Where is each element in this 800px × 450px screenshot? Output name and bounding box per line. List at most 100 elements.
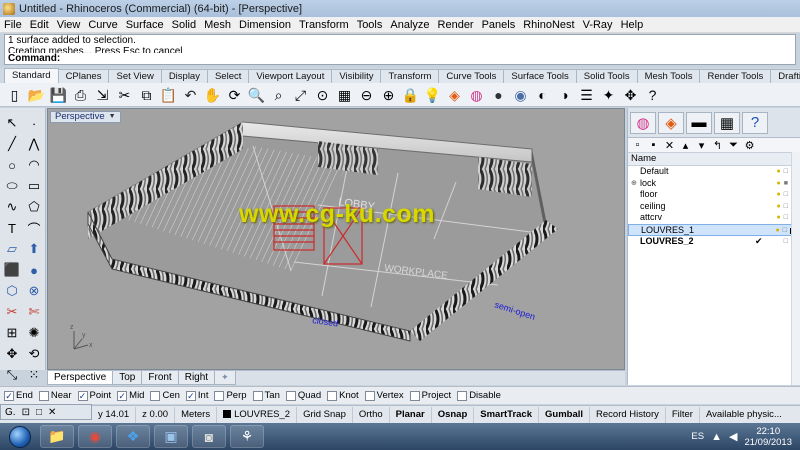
osnap-toggle[interactable]: Osnap (432, 406, 475, 423)
light-icon[interactable]: 💡 (422, 85, 443, 105)
record-history-toggle[interactable]: Record History (590, 406, 666, 423)
viewport-menu-arrow-icon[interactable]: ▼ (109, 112, 116, 122)
model-scene[interactable]: LOBBY WORKPLACE closed semi-open z x y (48, 109, 625, 370)
tab-mesh-tools[interactable]: Mesh Tools (636, 69, 701, 83)
viewport-tab-top[interactable]: Top (112, 371, 143, 385)
osnap-end[interactable]: ✓ End (4, 390, 33, 401)
material-icon[interactable]: ◉ (510, 85, 531, 105)
grid-snap-toggle[interactable]: Grid Snap (297, 406, 353, 423)
expand-layer-icon[interactable]: ⊕ (631, 178, 637, 190)
help-icon[interactable]: ? (642, 85, 663, 105)
osnap-disable[interactable]: Disable (457, 390, 501, 401)
point-icon[interactable]: ∙ (24, 114, 44, 132)
zoom-selected-icon[interactable]: ⊙ (312, 85, 333, 105)
arc-icon[interactable]: ◠ (24, 156, 44, 174)
array-icon[interactable]: ⁙ (24, 366, 44, 384)
line-icon[interactable]: ╱ (2, 135, 22, 153)
layer-row[interactable]: attcrv ● □ (628, 212, 800, 224)
hide-icon[interactable]: ⊖ (356, 85, 377, 105)
move-icon[interactable]: ✥ (2, 345, 22, 363)
osnap-vertex[interactable]: Vertex (364, 390, 404, 401)
environment-icon[interactable]: ◐ (532, 85, 553, 105)
join-icon[interactable]: ⊞ (2, 324, 22, 342)
polygon-icon[interactable]: ⬠ (24, 198, 44, 216)
move-to-parent-icon[interactable]: ↰ (711, 139, 724, 152)
status-layer[interactable]: LOUVRES_2 (217, 406, 298, 423)
copy-icon[interactable]: ⧉ (136, 85, 157, 105)
menu-v-ray[interactable]: V-Ray (579, 19, 617, 31)
explode-icon[interactable]: ✺ (24, 324, 44, 342)
menu-surface[interactable]: Surface (122, 19, 168, 31)
osnap-point[interactable]: ✓ Point (77, 390, 111, 401)
add-viewport-tab-icon[interactable]: ✦ (214, 371, 236, 385)
osnap-int[interactable]: ✓ Int (185, 390, 208, 401)
osnap-end-checkbox[interactable]: ✓ (4, 390, 14, 401)
menu-edit[interactable]: Edit (26, 19, 53, 31)
tab-display[interactable]: Display (160, 69, 208, 83)
menu-render[interactable]: Render (434, 19, 478, 31)
osnap-quad[interactable]: Quad (285, 390, 321, 401)
tab-select[interactable]: Select (206, 69, 250, 83)
color-wheel-icon[interactable]: ◍ (630, 111, 656, 134)
delete-layer-icon[interactable]: ✕ (663, 139, 676, 152)
menu-view[interactable]: View (53, 19, 85, 31)
new-icon[interactable]: ▯ (4, 85, 25, 105)
layer-row[interactable]: ceiling ● □ (628, 201, 800, 213)
cut-icon[interactable]: ✂ (114, 85, 135, 105)
properties-panel-icon[interactable]: ▦ (714, 111, 740, 134)
tab-curve-tools[interactable]: Curve Tools (438, 69, 505, 83)
menu-help[interactable]: Help (617, 19, 648, 31)
osnap-knot-checkbox[interactable] (327, 390, 338, 401)
scale-icon[interactable]: ⤡ (2, 366, 22, 384)
osnap-mid[interactable]: ✓ Mid (117, 390, 144, 401)
lock-open-icon[interactable]: □ (784, 166, 788, 178)
network-icon[interactable]: ▲ (711, 431, 722, 443)
menu-tools[interactable]: Tools (353, 19, 387, 31)
color-icon[interactable]: ◍ (466, 85, 487, 105)
gumball-toggle[interactable]: Gumball (539, 406, 591, 423)
split-icon[interactable]: ✂ (2, 303, 22, 321)
tab-viewport-layout[interactable]: Viewport Layout (248, 69, 333, 83)
osnap-cen[interactable]: Cen (150, 390, 180, 401)
rotate-view-icon[interactable]: ⟳ (224, 85, 245, 105)
polyline-icon[interactable]: ⋀ (24, 135, 44, 153)
ortho-toggle[interactable]: Ortho (353, 406, 390, 423)
light-bulb-icon[interactable]: ● (777, 201, 781, 213)
viewport-tab-right[interactable]: Right (177, 371, 216, 385)
layer-row[interactable]: Default ● □ (628, 166, 800, 178)
filter-toggle[interactable]: Filter (666, 406, 700, 423)
rectangle-icon[interactable]: ▭ (24, 177, 44, 195)
lock-open-icon[interactable]: □ (784, 212, 788, 224)
explorer-icon[interactable]: 📁 (40, 425, 74, 448)
light-bulb-icon[interactable]: ● (777, 178, 781, 190)
viewport-title[interactable]: Perspective ▼ (50, 111, 121, 123)
tab-transform[interactable]: Transform (380, 69, 440, 83)
zoom-window-icon[interactable]: ⌕ (268, 85, 289, 105)
osnap-project-checkbox[interactable] (409, 390, 420, 401)
box-icon[interactable]: ⬛ (2, 261, 22, 279)
layers-panel-icon[interactable]: ◈ (658, 111, 684, 134)
menu-rhinonest[interactable]: RhinoNest (519, 19, 578, 31)
osnap-knot[interactable]: Knot (327, 390, 359, 401)
layer-row[interactable]: ⊕ lock ● ■ (628, 178, 800, 190)
osnap-perp[interactable]: Perp (214, 390, 247, 401)
viewport-tab-front[interactable]: Front (141, 371, 179, 385)
light-bulb-icon[interactable]: ● (777, 189, 781, 201)
start-button[interactable] (0, 423, 40, 450)
menu-dimension[interactable]: Dimension (235, 19, 295, 31)
move-down-icon[interactable]: ▾ (695, 139, 708, 152)
mesh-icon[interactable]: ⬡ (2, 282, 22, 300)
fillet-icon[interactable]: ⌒ (24, 219, 44, 237)
new-layer-icon[interactable]: ▫ (631, 139, 644, 151)
light-bulb-icon[interactable]: ● (777, 166, 781, 178)
layer-row[interactable]: LOUVRES_1 ● □ (628, 223, 800, 236)
osnap-tan[interactable]: Tan (252, 390, 280, 401)
osnap-near-checkbox[interactable] (38, 390, 49, 401)
zoom-extents-icon[interactable]: ⤢ (290, 85, 311, 105)
shade-icon[interactable]: ◑ (554, 85, 575, 105)
speaker-icon[interactable]: ◀ (729, 430, 737, 443)
curve-icon[interactable]: ∿ (2, 198, 22, 216)
command-prompt[interactable]: Command: (4, 53, 796, 65)
rhino-icon[interactable]: ⚘ (230, 425, 264, 448)
osnap-perp-checkbox[interactable] (214, 390, 225, 401)
